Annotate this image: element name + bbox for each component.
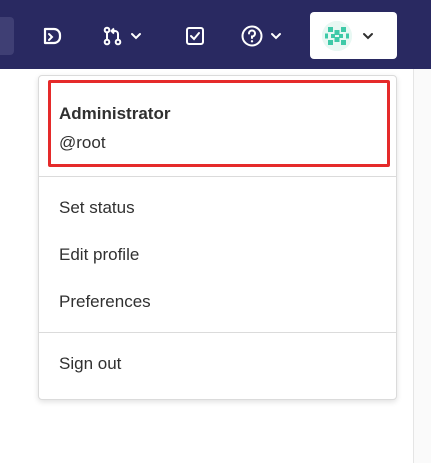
help-button[interactable]: [235, 20, 287, 52]
preferences-link[interactable]: Preferences: [59, 292, 151, 312]
search-box-edge[interactable]: [0, 17, 14, 55]
merge-requests-icon: [103, 26, 122, 46]
page-scroll-edge: [413, 69, 431, 463]
chevron-down-icon: [131, 33, 141, 40]
top-navigation-bar: [0, 0, 431, 69]
set-status-link[interactable]: Set status: [59, 198, 135, 218]
avatar: [322, 20, 352, 51]
user-name: Administrator: [59, 104, 171, 123]
divider: [39, 176, 396, 177]
chevron-down-icon: [271, 33, 281, 40]
help-icon: [241, 25, 263, 47]
merge-requests-button[interactable]: [98, 20, 146, 52]
user-profile-header[interactable]: Administrator @root: [39, 76, 396, 177]
todos-icon[interactable]: [182, 20, 208, 52]
user-handle: @root: [59, 133, 106, 152]
edit-profile-link[interactable]: Edit profile: [59, 245, 139, 265]
sign-out-link[interactable]: Sign out: [59, 354, 121, 374]
identicon-avatar-icon: [322, 20, 352, 51]
page: Administrator @root Set status Edit prof…: [0, 0, 431, 463]
user-menu-button[interactable]: [310, 12, 397, 59]
user-dropdown-menu: Administrator @root Set status Edit prof…: [38, 75, 397, 400]
chevron-down-icon: [363, 32, 373, 39]
divider: [39, 332, 396, 333]
issues-icon[interactable]: [40, 20, 66, 52]
